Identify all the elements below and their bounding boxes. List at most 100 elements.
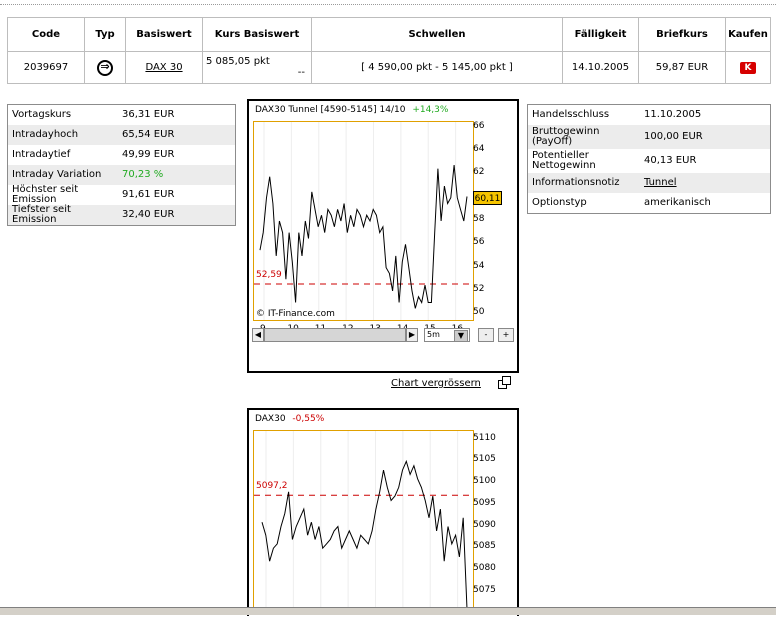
interval-select[interactable]: 5m ▼: [424, 328, 470, 342]
col-header-schwellen: Schwellen: [311, 17, 563, 52]
y-tick-label: 52: [473, 283, 485, 294]
chart-watermark: © IT-Finance.com: [256, 309, 335, 319]
enlarge-icon[interactable]: [498, 376, 511, 389]
y-tick-label: 5100: [473, 476, 496, 487]
y-tick-label: 58: [473, 214, 485, 224]
detail-row: Bruttogewinn (PayOff) 100,00 EUR: [527, 125, 771, 149]
dax-line-chart: [254, 431, 473, 609]
dax-chart: DAX30 -0,55% 5097,2 5075 5080 5085 5090 5095…: [247, 408, 519, 618]
tunnel-chart: DAX30 Tunnel [4590-5145] 14/10 +14,3% © …: [247, 99, 519, 373]
col-header-code: Code: [7, 17, 85, 52]
detail-value: 100,00 EUR: [640, 125, 771, 149]
col-header-faelligkeit: Fälligkeit: [562, 17, 639, 52]
stat-label: Tiefster seit Emission: [7, 205, 118, 226]
chevron-down-icon: ▼: [454, 330, 468, 342]
y-tick-label: 5075: [473, 584, 496, 595]
y-tick-label: 62: [473, 167, 485, 178]
col-header-basiswert: Basiswert: [125, 17, 203, 52]
code-cell: 2039697: [7, 51, 85, 84]
briefkurs-cell: 59,87 EUR: [638, 51, 726, 84]
y-tick-label: 5085: [473, 541, 496, 552]
chart-header: DAX30 -0,55%: [255, 414, 324, 424]
stat-label: Intradayhoch: [7, 125, 118, 145]
product-table: Code Typ Basiswert Kurs Basiswert Schwel…: [7, 17, 771, 84]
y-tick-label: 50: [473, 307, 485, 318]
basiswert-link[interactable]: DAX 30: [145, 62, 182, 73]
kurs-change: --: [297, 67, 305, 78]
col-header-kurs: Kurs Basiswert: [202, 17, 312, 52]
y-tick-label: 54: [473, 260, 485, 271]
price-series-line: [261, 459, 468, 609]
typ-cell: ⇒: [84, 51, 126, 84]
top-divider: [0, 4, 776, 5]
product-details-table: Handelsschluss 11.10.2005 Bruttogewinn (P…: [527, 104, 771, 214]
stat-label: Höchster seit Emission: [12, 184, 79, 205]
stat-value: 70,23 %: [118, 165, 236, 185]
tunnel-type-icon[interactable]: ⇒: [97, 59, 113, 76]
col-header-briefkurs: Briefkurs: [638, 17, 726, 52]
detail-value: amerikanisch: [644, 197, 711, 208]
zoom-in-button[interactable]: +: [498, 328, 514, 342]
chart-change: -0,55%: [292, 414, 325, 424]
table-header-row: Code Typ Basiswert Kurs Basiswert Schwel…: [7, 17, 771, 52]
col-header-typ: Typ: [84, 17, 126, 52]
scrollbar-track[interactable]: [264, 328, 406, 342]
stat-label: Intraday Variation: [7, 165, 118, 185]
schwellen-cell: [ 4 590,00 pkt - 5 145,00 pkt ]: [311, 51, 563, 84]
detail-value: 40,13 EUR: [644, 155, 697, 166]
price-stats-table: Vortagskurs 36,31 EUR Intradayhoch 65,54 E…: [7, 104, 236, 226]
chart-header: DAX30 Tunnel [4590-5145] 14/10 +14,3%: [255, 105, 448, 115]
reference-value-label: 52,59: [256, 270, 282, 280]
detail-label: Bruttogewinn (PayOff): [527, 125, 640, 149]
chart-y-axis: 5075 5080 5085 5090 5095 5100 5105 5110: [473, 430, 513, 608]
kaufen-cell: K: [725, 51, 771, 84]
enlarge-chart-link[interactable]: Chart vergrössern: [391, 378, 481, 389]
last-value-badge: 60,11: [473, 191, 502, 205]
detail-row: Optionstyp amerikanisch: [528, 193, 771, 214]
stat-label: Vortagskurs: [12, 109, 72, 120]
detail-value: Tunnel: [640, 173, 771, 193]
y-tick-label: 5090: [473, 519, 496, 530]
stat-value: 91,61 EUR: [122, 189, 175, 200]
detail-row: Potentieller Nettogewinn 40,13 EUR: [528, 149, 771, 173]
detail-label: Informationsnotiz: [527, 173, 640, 193]
stat-row: Intradaytief 49,99 EUR: [8, 145, 236, 165]
chart-plot-area: © IT-Finance.com 52,59: [253, 121, 474, 321]
chart-title: DAX30: [255, 414, 286, 424]
chart-y-axis: 505254565860626466: [473, 121, 513, 319]
tunnel-line-chart: [254, 122, 473, 320]
detail-label: Handelsschluss: [532, 109, 610, 120]
stat-row: Höchster seit Emission 91,61 EUR: [8, 185, 236, 205]
chart-change: +14,3%: [412, 105, 449, 115]
basiswert-cell: DAX 30: [125, 51, 203, 84]
detail-label: Optionstyp: [532, 197, 587, 208]
chart-title: DAX30 Tunnel [4590-5145] 14/10: [255, 105, 406, 115]
y-tick-label: 64: [473, 144, 485, 155]
interval-value: 5m: [427, 330, 440, 339]
y-tick-label: 56: [473, 237, 485, 248]
y-tick-label: 66: [473, 120, 485, 131]
y-tick-label: 5080: [473, 562, 496, 573]
stat-value: 49,99 EUR: [122, 149, 175, 160]
tunnel-info-link[interactable]: Tunnel: [644, 177, 677, 188]
scroll-left-icon[interactable]: ◀: [252, 328, 264, 342]
stat-row: Tiefster seit Emission 32,40 EUR: [7, 205, 236, 226]
detail-value: 11.10.2005: [644, 109, 702, 120]
scroll-right-icon[interactable]: ▶: [406, 328, 418, 342]
stat-label: Intradaytief: [12, 149, 71, 160]
stat-row: Vortagskurs 36,31 EUR: [8, 105, 236, 126]
zoom-out-button[interactable]: -: [478, 328, 494, 342]
col-header-kaufen: Kaufen: [725, 17, 771, 52]
stat-row: Intraday Variation 70,23 %: [7, 165, 236, 185]
kurs-cell: 5 085,05 pkt --: [202, 51, 312, 84]
y-tick-label: 5095: [473, 497, 496, 508]
detail-row: Handelsschluss 11.10.2005: [528, 105, 771, 126]
detail-label: Potentieller Nettogewinn: [532, 150, 596, 171]
y-tick-label: 5110: [473, 432, 496, 443]
faelligkeit-cell: 14.10.2005: [562, 51, 639, 84]
y-tick-label: 5105: [473, 454, 496, 465]
chart-plot-area: 5097,2: [253, 430, 474, 610]
buy-button[interactable]: K: [740, 61, 756, 74]
stat-value: 36,31 EUR: [122, 109, 175, 120]
kurs-value: 5 085,05 pkt: [206, 56, 270, 67]
